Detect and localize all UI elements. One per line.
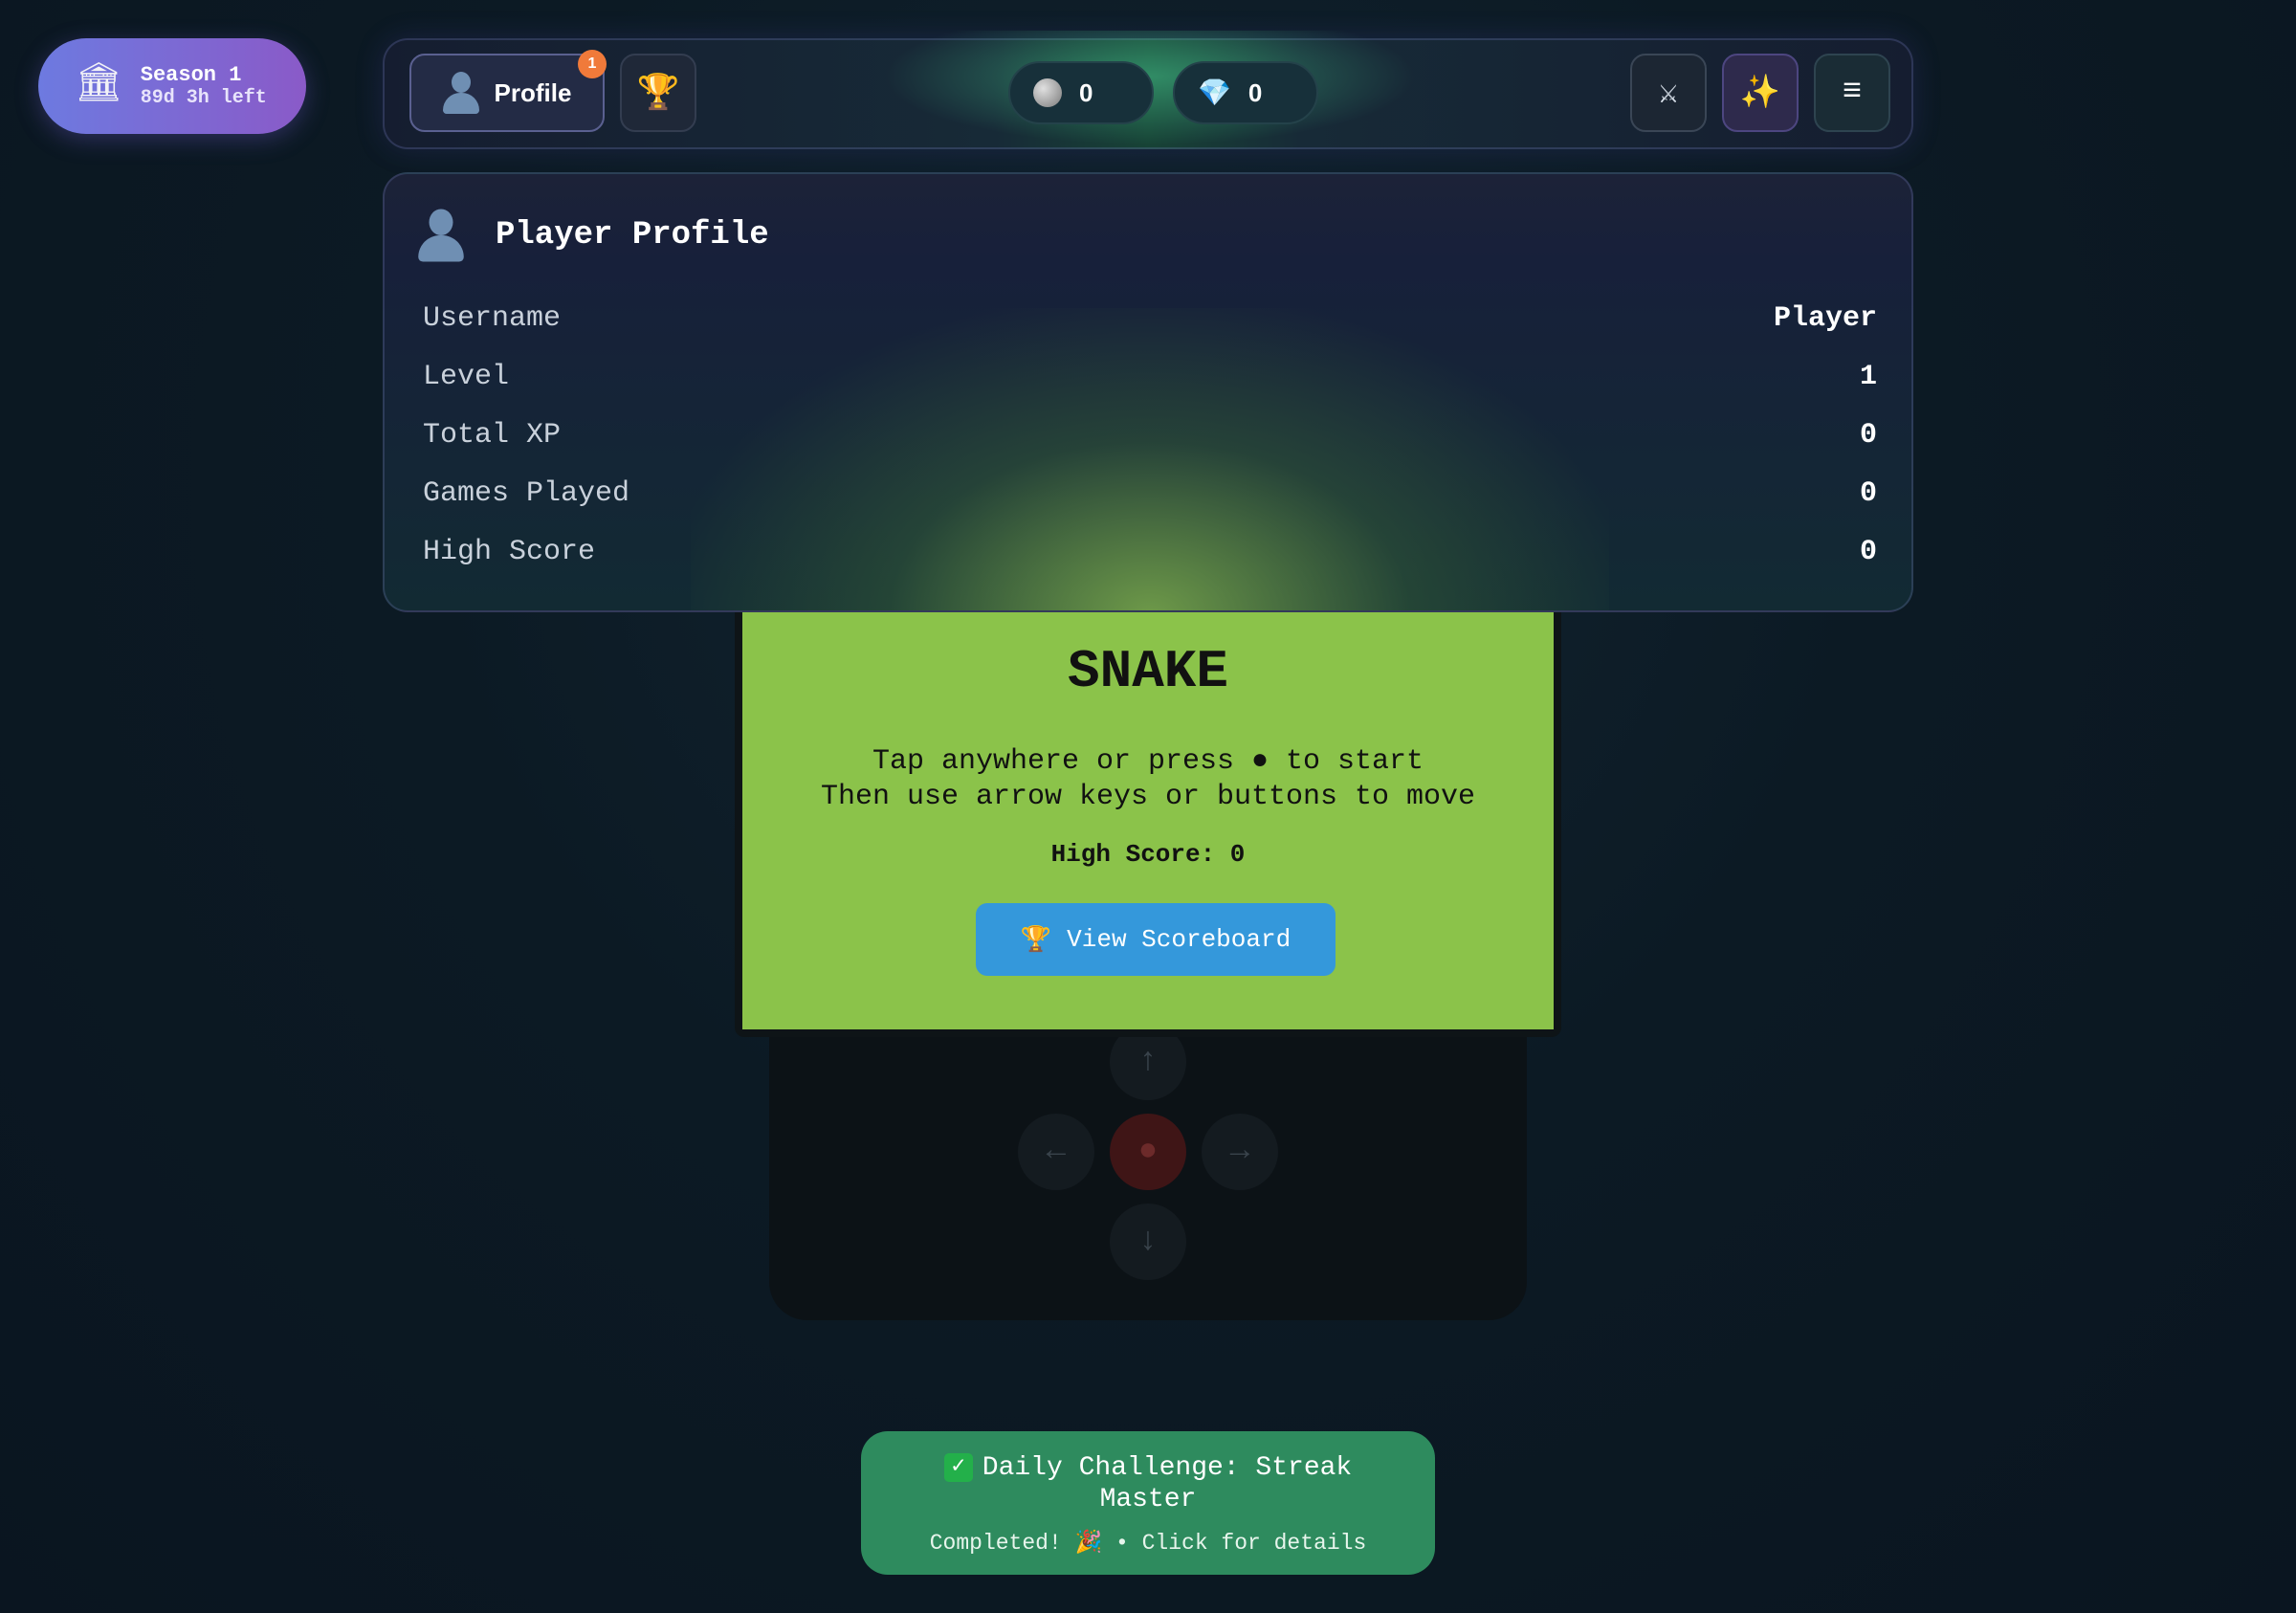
daily-challenge-toast[interactable]: ✓ Daily Challenge: Streak Master Complete… [861,1431,1435,1575]
trophy-icon: 🏆 [1020,925,1052,955]
game-screen[interactable]: SNAKE Tap anywhere or press ● to start T… [735,555,1561,1037]
coins-counter: 0 [1008,61,1154,124]
dpad-left-button[interactable]: ← [1018,1114,1094,1190]
game-high-score: High Score: 0 [1050,840,1246,869]
check-icon: ✓ [943,1453,973,1482]
season-badge[interactable]: 🏛 Season 1 89d 3h left [38,38,306,134]
gem-icon: 💎 [1198,77,1231,107]
instruction-line-1: Tap anywhere or press ● to start [872,745,1424,778]
profile-row-high-score: High Score 0 [423,536,1877,568]
menu-button[interactable]: ≡ [1814,54,1890,132]
row-value: 0 [1859,419,1877,452]
leaderboard-button[interactable]: 🏆 [620,54,696,132]
gems-value: 0 [1247,77,1263,107]
game-instructions: Tap anywhere or press ● to start Then us… [742,744,1554,815]
bank-icon: 🏛 [75,64,123,107]
user-icon [442,72,479,114]
notification-badge: 1 [578,50,607,78]
row-label: Level [423,361,510,393]
coin-icon [1033,78,1062,107]
season-title: Season 1 [140,63,242,87]
profile-row-level: Level 1 [423,361,1877,393]
row-value: 0 [1859,536,1877,568]
row-label: Total XP [423,419,562,452]
profile-row-games-played: Games Played 0 [423,477,1877,510]
top-bar: Profile 1 🏆 0 💎 0 ⚔ ✨ ≡ [383,31,1913,149]
gems-counter: 💎 0 [1173,61,1318,124]
row-label: High Score [423,536,596,568]
dpad-down-button[interactable]: ↓ [1110,1204,1186,1280]
menu-icon: ≡ [1842,75,1863,111]
profile-button[interactable]: Profile 1 [409,50,607,132]
effects-button[interactable]: ✨ [1722,54,1799,132]
dpad-right-button[interactable]: → [1202,1114,1278,1190]
user-icon [418,209,464,262]
game-title: SNAKE [1067,641,1229,702]
panel-title: Player Profile [496,217,769,254]
scoreboard-button-label: View Scoreboard [1067,925,1292,954]
game-canvas[interactable]: SNAKE Tap anywhere or press ● to start T… [742,555,1554,1029]
battle-button[interactable]: ⚔ [1630,54,1707,132]
coins-value: 0 [1079,77,1093,107]
trophy-icon: 🏆 [636,75,680,114]
toast-subtitle: Completed! 🎉 • Click for details [929,1531,1367,1556]
crossed-swords-icon: ⚔ [1658,77,1679,113]
profile-row-username: Username Player [423,302,1877,335]
row-value: 0 [1859,477,1877,510]
player-profile-panel: Player Profile Username Player Level 1 T… [383,172,1913,612]
season-time-left: 89d 3h left [140,87,267,109]
row-value: 1 [1859,361,1877,393]
profile-row-total-xp: Total XP 0 [423,419,1877,452]
row-value: Player [1773,302,1877,335]
sparkles-icon: ✨ [1739,77,1781,113]
view-scoreboard-button[interactable]: 🏆 View Scoreboard [976,903,1336,976]
toast-title: Daily Challenge: Streak Master [982,1453,1353,1514]
row-label: Username [423,302,562,335]
row-label: Games Played [423,477,630,510]
profile-button-label: Profile [494,77,572,107]
start-button[interactable]: ● [1110,1114,1186,1190]
instruction-line-2: Then use arrow keys or buttons to move [820,781,1476,813]
